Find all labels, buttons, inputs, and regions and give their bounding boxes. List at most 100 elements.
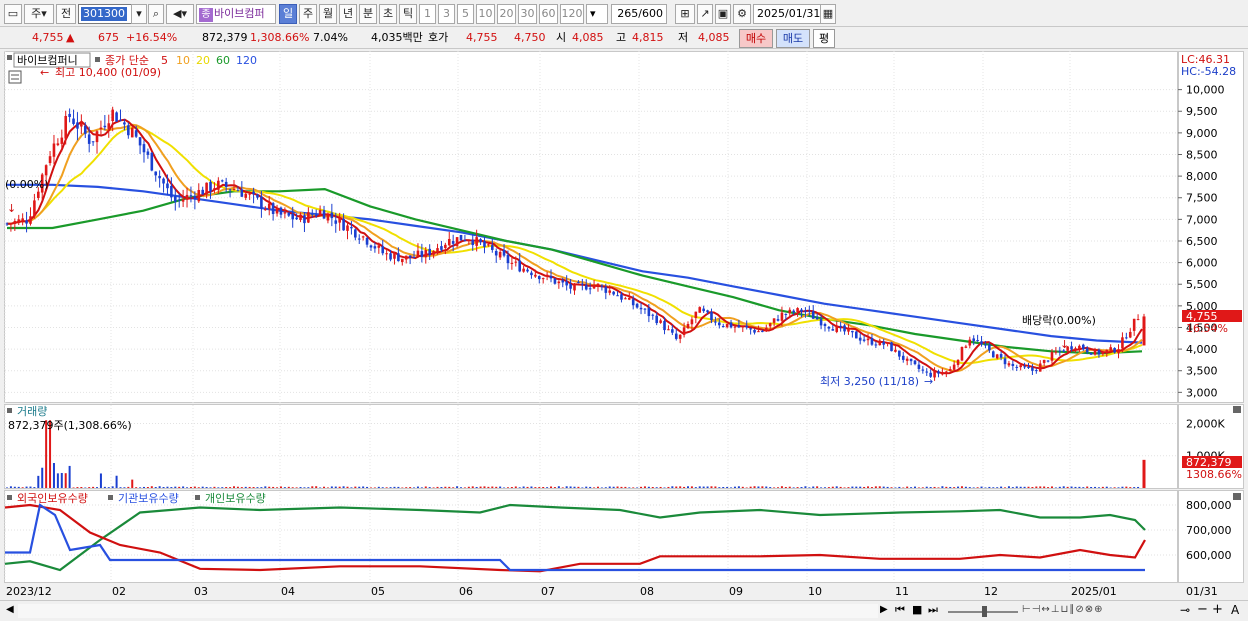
- volume-bar: [894, 487, 897, 488]
- volume-bar: [1113, 487, 1116, 488]
- candle-body: [330, 212, 334, 219]
- volume-bar: [334, 486, 337, 488]
- volume-bar: [949, 486, 952, 488]
- play-last-icon[interactable]: ⏭: [928, 603, 938, 617]
- volume-bar: [1121, 486, 1124, 488]
- volume-bar: [88, 487, 91, 488]
- ma-20-label[interactable]: 20: [196, 54, 210, 67]
- candle-body: [68, 113, 71, 117]
- volume-bar: [608, 486, 611, 488]
- scroll-track[interactable]: [18, 604, 878, 618]
- volume-bar: [604, 487, 607, 488]
- volume-bar: [647, 486, 650, 488]
- ma-10-label[interactable]: 10: [176, 54, 190, 67]
- candle-body: [612, 291, 615, 295]
- scroll-right-icon[interactable]: ▶: [880, 604, 888, 615]
- volume-tag-pct: 1308.66%: [1186, 468, 1242, 481]
- candle-body: [138, 137, 142, 146]
- candlesticks: [5, 106, 1146, 381]
- zoom-out-icon[interactable]: ⊸: [1180, 603, 1190, 617]
- candle-body: [581, 283, 584, 285]
- holding-tick-label: 600,000: [1186, 549, 1232, 562]
- candle-body: [862, 339, 866, 341]
- ex-div-right-arrow: ↓: [1060, 338, 1069, 351]
- candle-body: [526, 269, 529, 272]
- candle-body: [365, 237, 369, 245]
- candle-body: [412, 257, 416, 259]
- candle-body: [655, 315, 658, 324]
- volume-bar: [737, 486, 740, 488]
- volume-bar: [808, 487, 811, 488]
- candle-body: [729, 322, 733, 328]
- volume-bar: [906, 486, 909, 488]
- plus-icon[interactable]: +: [1212, 602, 1223, 617]
- candle-body: [455, 237, 459, 246]
- candle-body: [404, 255, 408, 260]
- candle-body: [314, 214, 318, 216]
- volume-close-icon[interactable]: [1233, 406, 1241, 413]
- scroll-left-icon[interactable]: ◀: [6, 604, 14, 615]
- play-first-icon[interactable]: ⏮: [895, 603, 905, 617]
- volume-bar: [9, 486, 12, 488]
- candle-body: [17, 219, 21, 223]
- volume-title[interactable]: 거래량: [17, 405, 47, 418]
- volume-bar: [499, 486, 502, 488]
- candle-body: [193, 195, 197, 200]
- ma-5-label[interactable]: 5: [161, 54, 168, 67]
- candle-body: [279, 207, 283, 215]
- inst-holding-label[interactable]: 기관보유수량: [118, 492, 179, 505]
- ex-div-left-arrow: ↓: [7, 202, 16, 215]
- foreign-holding-label[interactable]: 외국인보유수량: [17, 492, 88, 505]
- volume-bar: [1039, 486, 1042, 488]
- x-tick-label: 12: [984, 585, 998, 598]
- volume-bar: [221, 487, 224, 488]
- volume-bar: [150, 486, 153, 488]
- volume-bar: [209, 487, 212, 488]
- ma-120-label[interactable]: 120: [236, 54, 257, 67]
- volume-bar: [385, 487, 388, 488]
- volume-bar: [675, 486, 678, 488]
- volume-bar: [252, 487, 255, 488]
- volume-bar: [92, 486, 95, 488]
- candle-body: [451, 241, 455, 244]
- inst-holding-line: [5, 503, 1145, 572]
- ma-60-label[interactable]: 60: [216, 54, 230, 67]
- volume-bar: [628, 487, 631, 488]
- zoom-slider-handle[interactable]: [982, 606, 987, 617]
- candle-body: [980, 341, 983, 345]
- tool-icons[interactable]: ⊢⊣↔⊥⊔∥⊘⊗⊕: [1022, 604, 1103, 615]
- candle-body: [1089, 352, 1093, 355]
- volume-bar: [706, 486, 709, 488]
- table-icon[interactable]: [8, 70, 22, 84]
- price-tick-label: 3,000: [1186, 386, 1218, 399]
- candle-body: [467, 240, 471, 242]
- volume-bar: [585, 486, 588, 488]
- volume-bar: [640, 486, 643, 488]
- volume-bar: [1023, 486, 1026, 488]
- volume-bar: [276, 487, 279, 488]
- candle-body: [870, 338, 874, 345]
- volume-bar: [878, 486, 881, 488]
- volume-bar: [726, 486, 729, 488]
- candle-body: [236, 190, 240, 192]
- candle-body: [408, 255, 412, 258]
- volume-bar: [600, 487, 603, 488]
- candle-body: [428, 248, 431, 256]
- candle-body: [925, 371, 929, 373]
- volume-bar: [518, 487, 521, 488]
- volume-bar: [213, 486, 216, 488]
- price-tick-label: 10,000: [1186, 84, 1225, 97]
- volume-bar: [976, 487, 979, 488]
- minus-icon[interactable]: −: [1197, 602, 1208, 617]
- holding-close-icon[interactable]: [1233, 493, 1241, 500]
- volume-bar: [256, 487, 259, 488]
- volume-bar: [420, 487, 423, 488]
- stop-icon[interactable]: ■: [912, 603, 922, 616]
- auto-scale-icon[interactable]: A: [1231, 603, 1239, 617]
- candle-body: [444, 244, 447, 248]
- price-tick-label: 4,000: [1186, 343, 1218, 356]
- volume-bar: [730, 487, 733, 488]
- retail-holding-label[interactable]: 개인보유수량: [205, 492, 266, 505]
- volume-bar: [487, 486, 490, 488]
- horizontal-scrollbar[interactable]: ◀ ▶ ⏮ ■ ⏭ ⊢⊣↔⊥⊔∥⊘⊗⊕ ⊸ − + A: [0, 600, 1248, 621]
